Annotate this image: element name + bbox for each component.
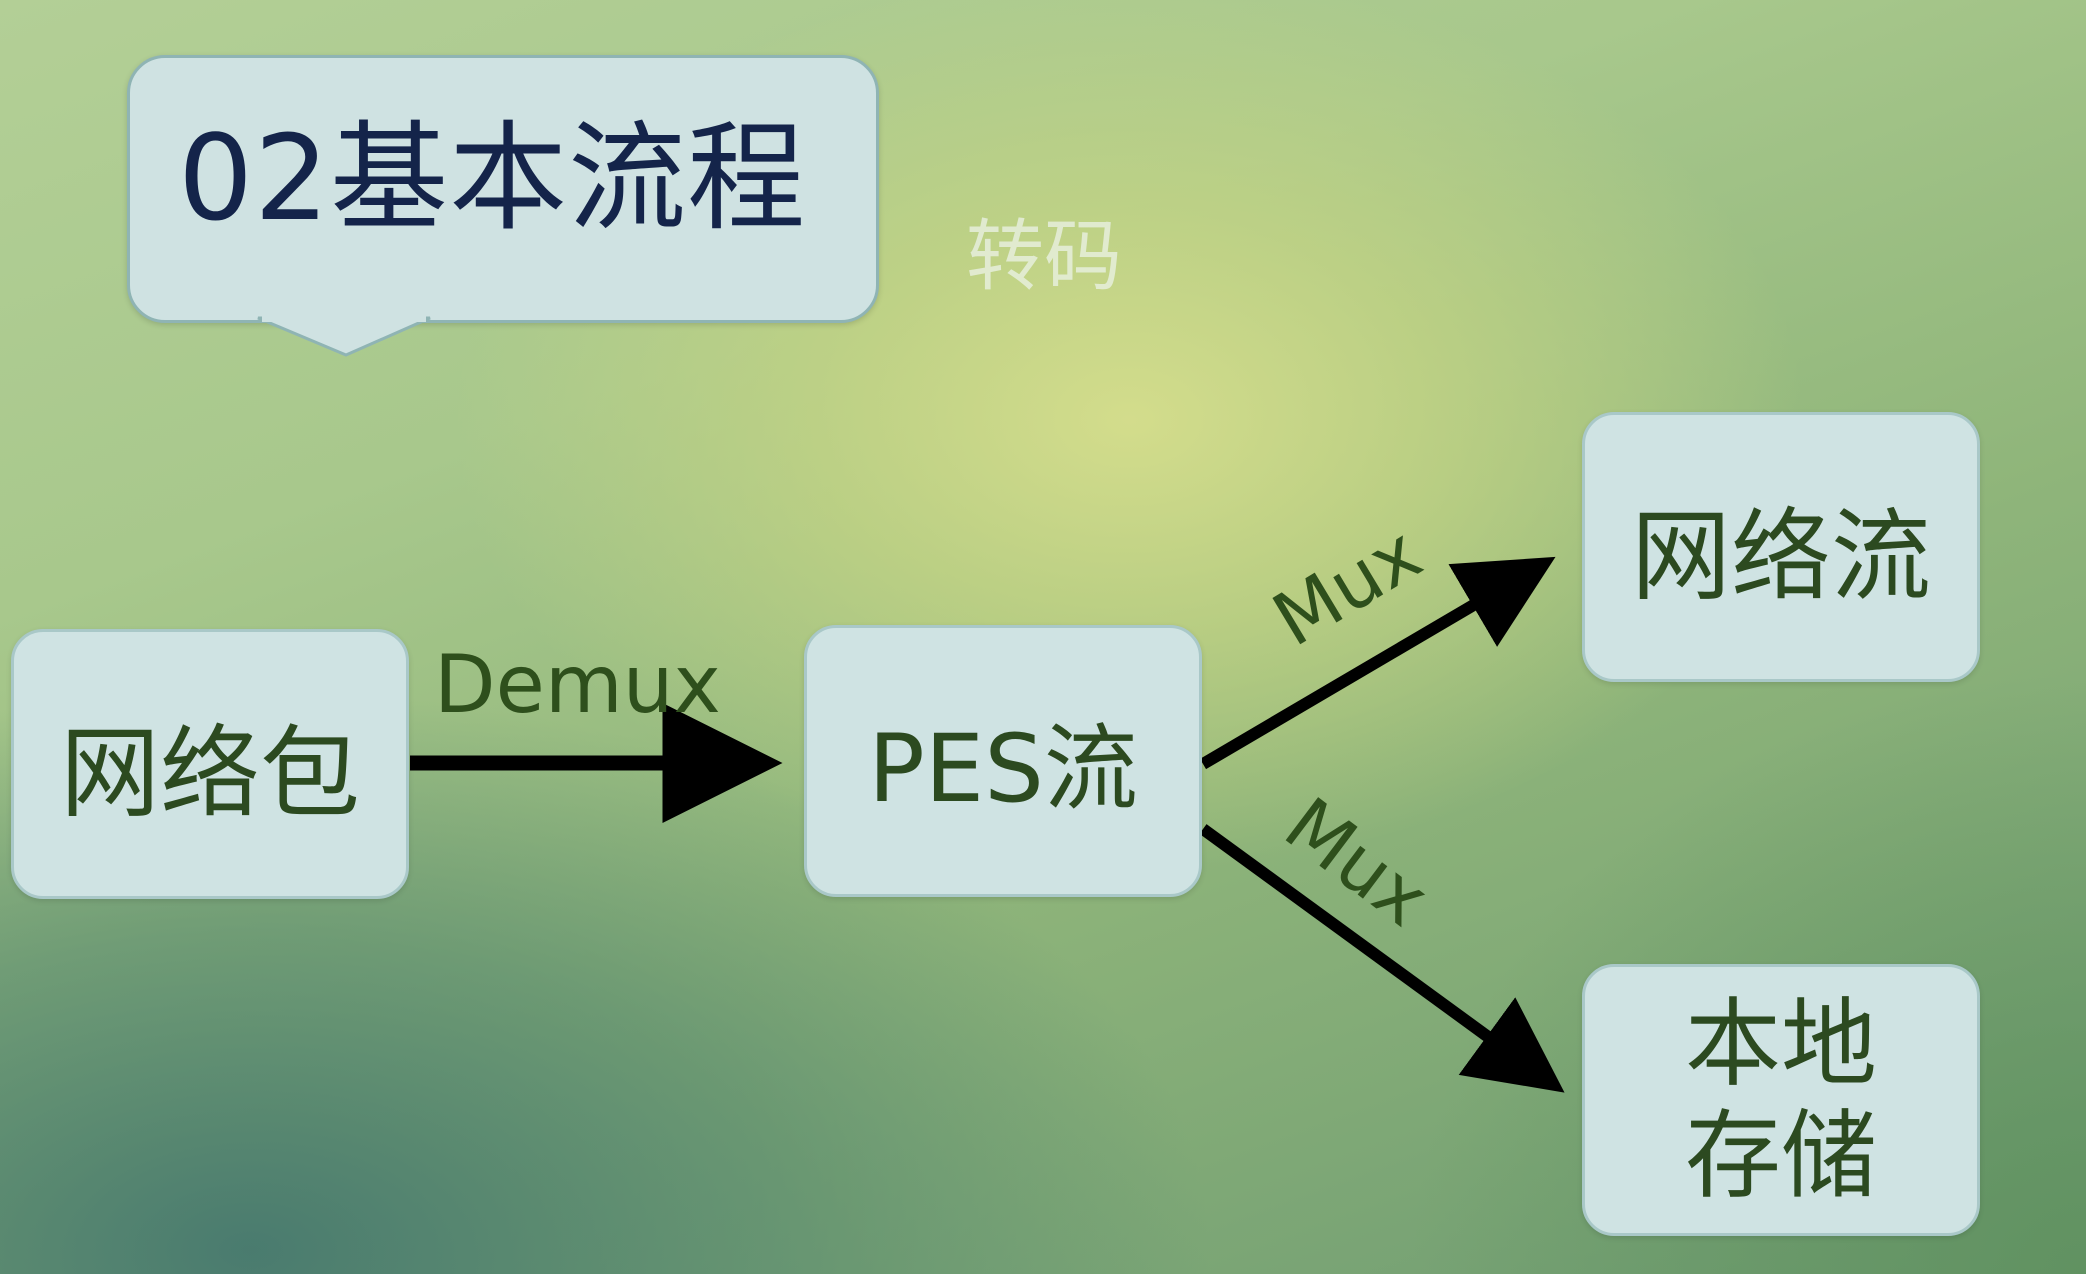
- edge-label-mux-up: Mux: [1259, 510, 1436, 664]
- edge-label-mux-down: Mux: [1269, 781, 1445, 944]
- node-network-stream: 网络流: [1582, 412, 1980, 682]
- faint-subtitle: 转码: [966, 212, 1123, 302]
- node-network-packet-label: 网络包: [60, 714, 360, 832]
- node-local-storage: 本地存储: [1582, 964, 1980, 1236]
- page-title: 02基本流程: [178, 109, 807, 247]
- node-network-stream-label: 网络流: [1631, 497, 1931, 615]
- node-local-storage-label: 本地存储: [1685, 988, 1877, 1212]
- edge-label-demux: Demux: [434, 638, 721, 731]
- node-network-packet: 网络包: [11, 629, 409, 899]
- node-pes-stream-label: PES流: [868, 715, 1138, 824]
- node-pes-stream: PES流: [804, 625, 1202, 897]
